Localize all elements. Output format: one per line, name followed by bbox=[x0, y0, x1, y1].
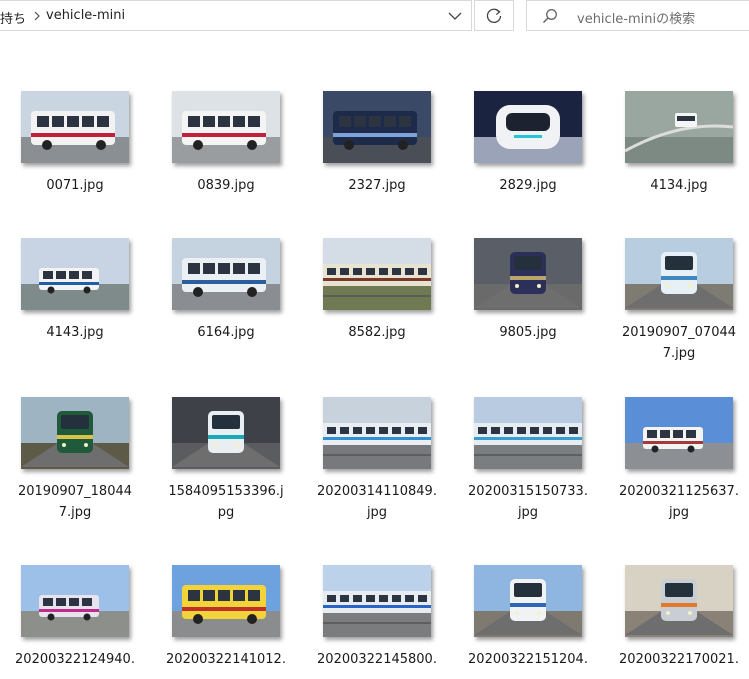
file-name: 20200322141012. bbox=[151, 649, 301, 670]
file-name-line-1: 2829.jpg bbox=[499, 178, 557, 193]
file-name: 8582.jpg bbox=[302, 322, 452, 343]
file-name: 20200315150733. jpg bbox=[453, 481, 603, 523]
thumbnail-image bbox=[323, 238, 431, 310]
file-thumbnail[interactable] bbox=[474, 238, 582, 310]
file-thumbnail[interactable] bbox=[172, 397, 280, 469]
file-name-line-1: 9805.jpg bbox=[499, 325, 557, 340]
file-name-line-1: 20190907_07044 bbox=[621, 325, 737, 340]
file-name-line-1: 0839.jpg bbox=[197, 178, 255, 193]
file-name-line-1: 6164.jpg bbox=[197, 325, 255, 340]
thumbnail-image bbox=[625, 238, 733, 310]
file-thumbnail[interactable] bbox=[172, 565, 280, 637]
file-thumbnail[interactable] bbox=[323, 238, 431, 310]
file-name-line-1: 8582.jpg bbox=[348, 325, 406, 340]
file-thumbnail[interactable] bbox=[474, 565, 582, 637]
file-name-line-1: 20200321125637. bbox=[619, 484, 739, 499]
file-thumbnail[interactable] bbox=[21, 397, 129, 469]
file-name-line-1: 0071.jpg bbox=[46, 178, 104, 193]
file-name: 20190907_07044 7.jpg bbox=[604, 322, 749, 364]
file-name-line-2: pg bbox=[217, 505, 235, 520]
file-name: 20200322151204. bbox=[453, 649, 603, 670]
file-thumbnail[interactable] bbox=[172, 91, 280, 163]
file-name-line-1: 20200315150733. bbox=[468, 484, 588, 499]
file-name: 0071.jpg bbox=[0, 175, 150, 196]
file-thumbnail[interactable] bbox=[625, 565, 733, 637]
thumbnail-image bbox=[625, 397, 733, 469]
thumbnail-image bbox=[323, 397, 431, 469]
file-name-line-2: jpg bbox=[668, 505, 690, 520]
file-thumbnail[interactable] bbox=[323, 565, 431, 637]
thumbnail-image bbox=[474, 565, 582, 637]
thumbnail-image bbox=[474, 238, 582, 310]
file-name-line-1: 20200322141012. bbox=[166, 652, 286, 667]
thumbnail-image bbox=[625, 565, 733, 637]
file-name: 20200322124940. bbox=[0, 649, 150, 670]
thumbnail-image bbox=[21, 565, 129, 637]
file-name: 20200321125637. jpg bbox=[604, 481, 749, 523]
toolbar: 持ち vehicle-mini vehicle-miniの検索 bbox=[0, 0, 749, 33]
file-thumbnail[interactable] bbox=[21, 565, 129, 637]
file-grid: 0071.jpg 0839.jpg 2327.jpg 2829.jpg 4134.jpg… bbox=[0, 33, 749, 679]
thumbnail-image bbox=[21, 397, 129, 469]
file-name-line-1: 20200322170021. bbox=[619, 652, 739, 667]
file-name: 20200322170021. bbox=[604, 649, 749, 670]
file-name-line-1: 2327.jpg bbox=[348, 178, 406, 193]
file-name-line-2: jpg bbox=[517, 505, 539, 520]
thumbnail-image bbox=[474, 91, 582, 163]
file-name-line-1: 20200314110849. bbox=[317, 484, 437, 499]
file-name-line-1: 4134.jpg bbox=[650, 178, 708, 193]
file-thumbnail[interactable] bbox=[625, 91, 733, 163]
file-name: 6164.jpg bbox=[151, 322, 301, 343]
file-name-line-1: 20200322124940. bbox=[15, 652, 135, 667]
thumbnail-image bbox=[172, 397, 280, 469]
file-name-line-2: jpg bbox=[366, 505, 388, 520]
thumbnail-image bbox=[474, 397, 582, 469]
chevron-right-icon[interactable] bbox=[30, 7, 44, 25]
file-thumbnail[interactable] bbox=[474, 397, 582, 469]
file-name: 0839.jpg bbox=[151, 175, 301, 196]
thumbnail-image bbox=[172, 238, 280, 310]
file-thumbnail[interactable] bbox=[21, 238, 129, 310]
file-name: 20190907_18044 7.jpg bbox=[0, 481, 150, 523]
thumbnail-image bbox=[323, 91, 431, 163]
thumbnail-image bbox=[172, 565, 280, 637]
file-name: 2829.jpg bbox=[453, 175, 603, 196]
file-thumbnail[interactable] bbox=[474, 91, 582, 163]
file-thumbnail[interactable] bbox=[323, 91, 431, 163]
search-box[interactable]: vehicle-miniの検索 bbox=[526, 0, 749, 31]
file-name: 2327.jpg bbox=[302, 175, 452, 196]
file-name-line-2: 7.jpg bbox=[58, 505, 92, 520]
thumbnail-image bbox=[21, 238, 129, 310]
refresh-button[interactable] bbox=[474, 0, 514, 31]
file-name: 4143.jpg bbox=[0, 322, 150, 343]
thumbnail-image bbox=[625, 91, 733, 163]
file-thumbnail[interactable] bbox=[625, 238, 733, 310]
address-bar[interactable]: 持ち vehicle-mini bbox=[0, 0, 472, 31]
file-name-line-1: 20200322145800. bbox=[317, 652, 437, 667]
chevron-down-icon[interactable] bbox=[440, 2, 470, 30]
file-name-line-1: 20200322151204. bbox=[468, 652, 588, 667]
file-name: 1584095153396.j pg bbox=[151, 481, 301, 523]
file-name-line-1: 20190907_18044 bbox=[17, 484, 133, 499]
thumbnail-image bbox=[172, 91, 280, 163]
file-name-line-1: 1584095153396.j bbox=[168, 484, 284, 499]
file-name: 20200322145800. bbox=[302, 649, 452, 670]
file-thumbnail[interactable] bbox=[21, 91, 129, 163]
file-thumbnail[interactable] bbox=[323, 397, 431, 469]
file-name: 20200314110849. jpg bbox=[302, 481, 452, 523]
file-name: 4134.jpg bbox=[604, 175, 749, 196]
refresh-icon bbox=[486, 8, 502, 24]
search-input[interactable]: vehicle-miniの検索 bbox=[577, 8, 695, 27]
file-thumbnail[interactable] bbox=[625, 397, 733, 469]
breadcrumb-parent[interactable]: 持ち bbox=[0, 8, 26, 27]
breadcrumb-current[interactable]: vehicle-mini bbox=[46, 8, 125, 23]
file-name: 9805.jpg bbox=[453, 322, 603, 343]
file-thumbnail[interactable] bbox=[172, 238, 280, 310]
file-name-line-2: 7.jpg bbox=[662, 346, 696, 361]
file-name-line-1: 4143.jpg bbox=[46, 325, 104, 340]
thumbnail-image bbox=[21, 91, 129, 163]
search-icon bbox=[542, 9, 557, 24]
thumbnail-image bbox=[323, 565, 431, 637]
